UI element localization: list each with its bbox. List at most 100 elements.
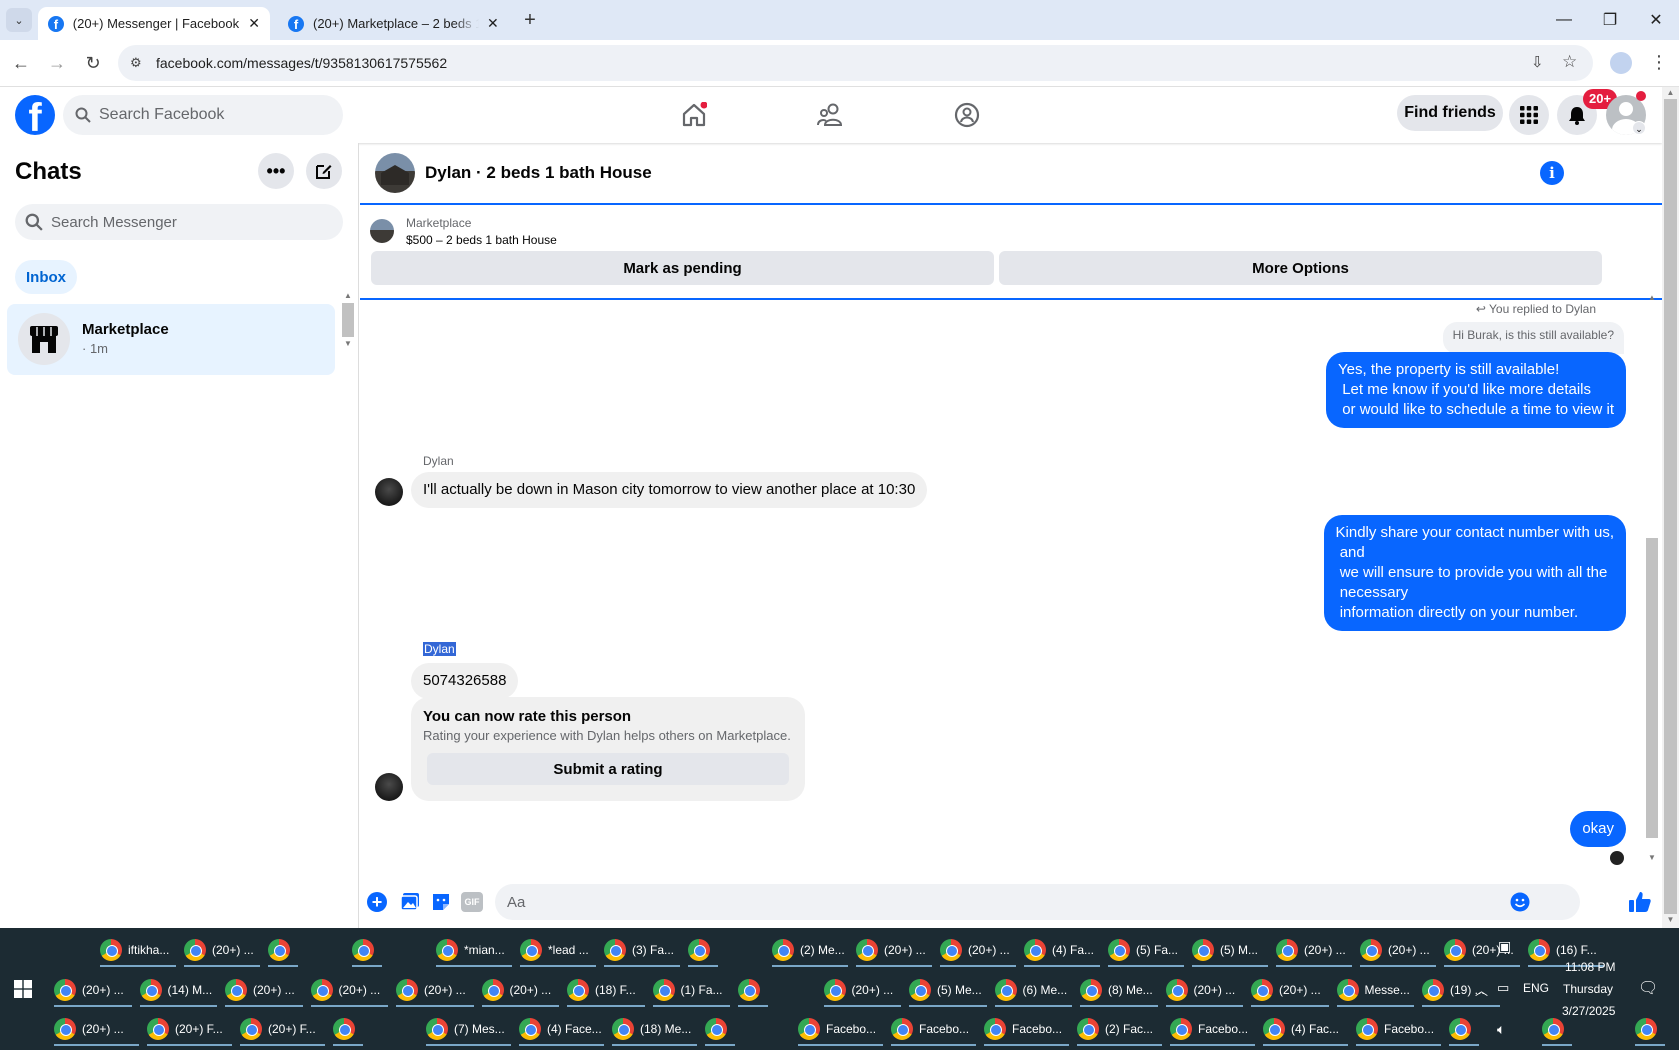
minimize-icon[interactable]: — — [1544, 6, 1584, 34]
taskbar-app-button[interactable]: (20+) ... — [940, 933, 1016, 967]
taskbar-app-button[interactable] — [268, 933, 298, 967]
taskbar-app-button[interactable]: (4) Fac... — [1263, 1012, 1348, 1046]
gif-icon[interactable]: GIF — [461, 892, 483, 912]
taskbar-app-button[interactable]: Messe... — [1336, 973, 1415, 1007]
taskbar-app-button[interactable]: (20+) ... — [481, 973, 560, 1007]
windows-start-icon[interactable] — [14, 980, 32, 998]
mark-as-pending-button[interactable]: Mark as pending — [371, 251, 994, 285]
clock-date[interactable]: 3/27/2025 — [1562, 1004, 1615, 1018]
sidebar-scrollbar[interactable]: ▲ ▼ — [341, 291, 355, 353]
taskbar-app-button[interactable]: (20+) ... — [823, 973, 902, 1007]
restore-icon[interactable]: ❐ — [1590, 6, 1630, 34]
taskbar-app-button[interactable]: (20+) ... — [310, 973, 389, 1007]
reload-icon[interactable]: ↻ — [80, 50, 106, 76]
taskbar-app-button[interactable]: (20+) ... — [54, 973, 132, 1007]
message-input[interactable]: Aa — [495, 884, 1580, 920]
taskbar-app-button[interactable]: (5) M... — [1192, 933, 1268, 967]
taskbar-app-button[interactable]: Facebo... — [1356, 1012, 1441, 1046]
thumbs-up-icon[interactable] — [1628, 890, 1652, 914]
taskbar-app-button[interactable] — [738, 973, 768, 1007]
taskbar-app-button[interactable] — [1449, 1012, 1479, 1046]
tab-close-icon[interactable]: ✕ — [248, 15, 260, 32]
taskbar-app-button[interactable]: *lead ... — [520, 933, 596, 967]
taskbar-app-button[interactable]: (1) Fa... — [652, 973, 731, 1007]
incoming-message[interactable]: 5074326588 — [411, 663, 519, 699]
taskbar-app-button[interactable]: (20+) ... — [396, 973, 474, 1007]
taskbar-app-button[interactable]: Facebo... — [798, 1012, 883, 1046]
taskbar-app-button[interactable] — [688, 933, 718, 967]
taskbar-app-button[interactable]: (20+) ... — [1276, 933, 1352, 967]
incoming-message[interactable]: I'll actually be down in Mason city tomo… — [411, 472, 928, 508]
conversation-item-marketplace[interactable]: Marketplace · 1m — [7, 304, 335, 375]
plus-icon[interactable]: + — [367, 892, 387, 912]
listing-thumbnail[interactable] — [375, 153, 415, 193]
outgoing-message[interactable]: okay — [1570, 811, 1626, 847]
submit-rating-button[interactable]: Submit a rating — [427, 753, 789, 785]
home-icon[interactable] — [676, 97, 712, 133]
taskbar-app-button[interactable]: (20+) ... — [856, 933, 932, 967]
taskbar-app-button[interactable]: (5) Me... — [909, 973, 987, 1007]
groups-icon[interactable] — [949, 97, 985, 133]
taskbar-app-button[interactable]: (20+) F... — [240, 1012, 325, 1046]
tab-close-icon[interactable]: ✕ — [487, 15, 499, 32]
tray-expand-icon[interactable]: ︿ — [1475, 980, 1488, 999]
inbox-filter-button[interactable]: Inbox — [15, 260, 77, 294]
taskbar-app-button[interactable]: (20+) F... — [147, 1012, 232, 1046]
taskbar-app-button[interactable]: (20+) ... — [1251, 973, 1329, 1007]
tab-messenger[interactable]: f (20+) Messenger | Facebook ✕ — [38, 7, 270, 40]
address-bar[interactable]: ⚙ facebook.com/messages/t/93581306175755… — [118, 45, 1593, 81]
browser-menu-icon[interactable]: ⋮ — [1650, 51, 1668, 73]
taskbar-app-button[interactable]: (4) Face... — [519, 1012, 604, 1046]
more-options-button[interactable]: More Options — [999, 251, 1602, 285]
site-info-icon[interactable]: ⚙ — [130, 55, 142, 71]
taskbar-app-button[interactable]: (8) Me... — [1080, 973, 1158, 1007]
dylan-avatar[interactable] — [375, 478, 403, 506]
bookmark-star-icon[interactable]: ☆ — [1562, 52, 1577, 72]
taskbar-app-button[interactable]: (2) Me... — [772, 933, 848, 967]
profile-icon[interactable] — [1610, 52, 1632, 74]
taskbar-app-button[interactable]: (5) Fa... — [1108, 933, 1184, 967]
taskbar-app-button[interactable]: (7) Mes... — [426, 1012, 511, 1046]
taskbar-app-button[interactable]: (20+) ... — [225, 973, 303, 1007]
clock-day[interactable]: Thursday — [1563, 982, 1613, 996]
network-icon[interactable]: ▭ — [1497, 980, 1509, 996]
taskbar-app-button[interactable]: (6) Me... — [994, 973, 1073, 1007]
outgoing-message[interactable]: Yes, the property is still available! Le… — [1326, 352, 1626, 428]
facebook-logo-icon[interactable]: f — [15, 95, 55, 135]
menu-grid-icon[interactable] — [1509, 95, 1549, 135]
taskbar-app-button[interactable]: (20+) ... — [184, 933, 260, 967]
taskbar-app-button[interactable]: (2) Fac... — [1077, 1012, 1162, 1046]
tray-meet-icon[interactable]: ▣ — [1498, 938, 1511, 955]
photo-icon[interactable] — [400, 892, 420, 912]
chat-title[interactable]: Dylan · 2 beds 1 bath House — [425, 163, 652, 183]
taskbar-app-button[interactable]: (18) F... — [567, 973, 645, 1007]
dylan-avatar[interactable] — [375, 773, 403, 801]
taskbar-app-button[interactable]: Facebo... — [984, 1012, 1069, 1046]
taskbar-app-button[interactable] — [352, 933, 382, 967]
sticker-icon[interactable] — [431, 892, 451, 912]
taskbar-app-button[interactable]: (18) Me... — [612, 1012, 697, 1046]
taskbar-app-button[interactable]: Facebo... — [1170, 1012, 1255, 1046]
taskbar-app-button[interactable] — [705, 1012, 735, 1046]
taskbar-app-button[interactable]: (14) M... — [139, 973, 218, 1007]
taskbar-app-button[interactable]: *mian... — [436, 933, 512, 967]
forward-icon[interactable]: → — [44, 50, 70, 76]
chats-options-icon[interactable]: ••• — [258, 153, 294, 189]
messenger-search-input[interactable]: Search Messenger — [15, 204, 343, 240]
friends-icon[interactable] — [813, 97, 849, 133]
taskbar-app-button[interactable] — [333, 1012, 363, 1046]
facebook-search-input[interactable]: Search Facebook — [63, 95, 343, 135]
language-indicator[interactable]: ENG — [1523, 981, 1549, 995]
clock-time[interactable]: 11:08 PM — [1565, 960, 1615, 974]
listing-price-title[interactable]: $500 – 2 beds 1 bath House — [406, 233, 557, 247]
new-tab-button[interactable]: + — [518, 8, 542, 32]
find-friends-button[interactable]: Find friends — [1397, 95, 1503, 131]
new-message-icon[interactable] — [306, 153, 342, 189]
volume-icon[interactable]: 🔈︎ — [1497, 1021, 1505, 1038]
install-app-icon[interactable]: ⇩ — [1531, 53, 1544, 71]
taskbar-app-button[interactable]: (20+) ... — [1360, 933, 1436, 967]
taskbar-app-button[interactable]: (20+) ... — [54, 1012, 139, 1046]
chevron-down-icon[interactable]: ⌄ — [1632, 121, 1646, 135]
window-close-icon[interactable]: ✕ — [1636, 6, 1676, 34]
emoji-icon[interactable] — [1510, 892, 1530, 912]
